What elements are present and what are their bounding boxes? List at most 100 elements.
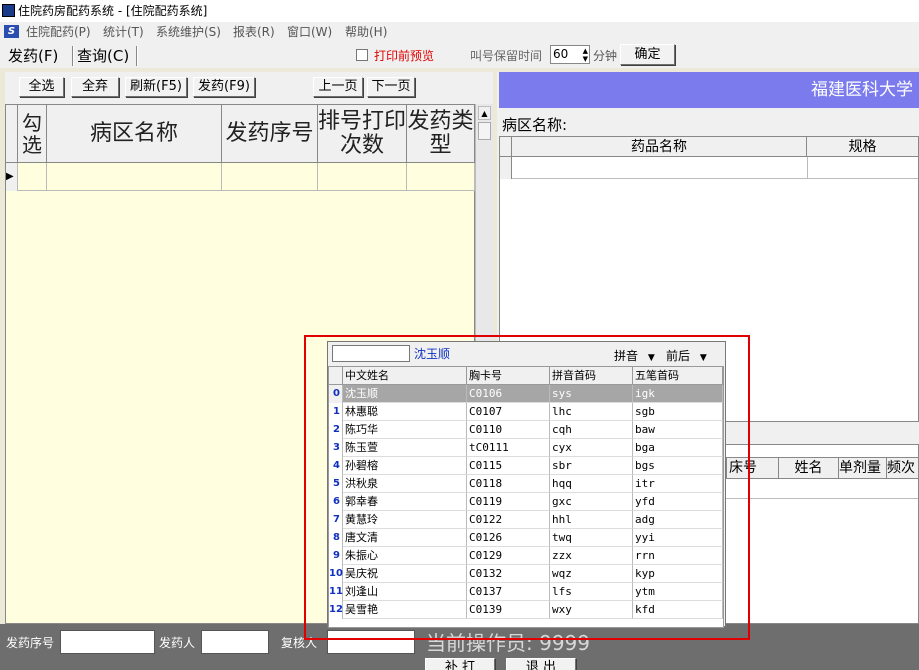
cell-wubi-code: kfd bbox=[633, 601, 723, 619]
dispenser-input[interactable] bbox=[201, 630, 269, 654]
list-item[interactable]: 9 朱振心 C0129 zzx rrn bbox=[329, 547, 723, 565]
tab-separator bbox=[136, 46, 138, 66]
list-item[interactable]: 10 吴庆祝 C0132 wqz kyp bbox=[329, 565, 723, 583]
dispense-button[interactable]: 发药(F9) bbox=[193, 77, 255, 97]
cell-chinese-name: 吴雪艳 bbox=[343, 601, 467, 619]
list-item[interactable]: 7 黄慧玲 C0122 hhl adg bbox=[329, 511, 723, 529]
cell-chinese-name: 孙碧榕 bbox=[343, 457, 467, 475]
list-item[interactable]: 12 吴雪艳 C0139 wxy kfd bbox=[329, 601, 723, 619]
cell-wubi-code: yfd bbox=[633, 493, 723, 511]
col-pinyin-code[interactable]: 拼音首码 bbox=[550, 367, 633, 385]
reviewer-label: 复核人 bbox=[281, 636, 318, 650]
cell-chinese-name: 洪秋泉 bbox=[343, 475, 467, 493]
ward-name-label: 病区名称: bbox=[502, 116, 568, 134]
cell-divider bbox=[807, 157, 808, 179]
scroll-thumb[interactable] bbox=[478, 122, 491, 140]
list-item[interactable]: 2 陈巧华 C0110 cqh baw bbox=[329, 421, 723, 439]
cell-pinyin-code: gxc bbox=[550, 493, 633, 511]
employee-lookup-popup: 沈玉顺 拼音 ▼ 前后 ▼ 中文姓名 胸卡号 拼音首码 五笔首码 0 沈玉顺 C01… bbox=[327, 341, 726, 628]
row-indicator-header bbox=[6, 105, 18, 163]
row-index: 8 bbox=[329, 529, 343, 547]
confirm-button[interactable]: 确定 bbox=[620, 44, 675, 65]
cell-select[interactable] bbox=[18, 163, 47, 191]
col-chinese-name[interactable]: 中文姓名 bbox=[343, 367, 467, 385]
menu-statistics[interactable]: 统计(T) bbox=[103, 22, 144, 42]
cell-badge-no: C0122 bbox=[467, 511, 550, 529]
scroll-up-icon[interactable]: ▲ bbox=[478, 106, 491, 120]
discard-all-button[interactable]: 全弃 bbox=[71, 77, 119, 97]
print-preview-checkbox[interactable] bbox=[356, 49, 368, 61]
spinner-arrows-icon[interactable]: ▲ ▼ bbox=[583, 47, 588, 63]
col-print-count[interactable]: 排号打印次数 bbox=[318, 105, 407, 163]
cell-pinyin-code: wxy bbox=[550, 601, 633, 619]
options-bar: 打印前预览 叫号保留时间 60 ▲ ▼ 分钟 确定 bbox=[350, 42, 919, 68]
cell-badge-no: C0118 bbox=[467, 475, 550, 493]
menu-reports[interactable]: 报表(R) bbox=[233, 22, 275, 42]
menu-system[interactable]: 系统维护(S) bbox=[156, 22, 221, 42]
prev-page-button[interactable]: 上一页 bbox=[313, 77, 363, 97]
row-index: 4 bbox=[329, 457, 343, 475]
list-item[interactable]: 8 唐文清 C0126 twq yyi bbox=[329, 529, 723, 547]
col-dispense-type[interactable]: 发药类型 bbox=[407, 105, 475, 163]
match-order-dropdown[interactable]: 前后 ▼ bbox=[666, 347, 707, 364]
col-drug-name[interactable]: 药品名称 bbox=[512, 137, 807, 157]
col-ward-name[interactable]: 病区名称 bbox=[47, 105, 222, 163]
col-badge-no[interactable]: 胸卡号 bbox=[467, 367, 550, 385]
col-dispense-seq[interactable]: 发药序号 bbox=[222, 105, 318, 163]
col-single-dose[interactable]: 单剂量 bbox=[838, 458, 886, 478]
pinyin-mode-dropdown[interactable]: 拼音 ▼ bbox=[614, 347, 655, 364]
cell-badge-no: tC0111 bbox=[467, 439, 550, 457]
list-item[interactable]: 3 陈玉萱 tC0111 cyx bga bbox=[329, 439, 723, 457]
cell-chinese-name: 刘逢山 bbox=[343, 583, 467, 601]
col-frequency[interactable]: 频次 bbox=[886, 458, 918, 478]
chevron-down-icon: ▼ bbox=[699, 353, 707, 363]
menu-dispense[interactable]: 住院配药(P) bbox=[26, 22, 91, 42]
call-hold-value: 60 bbox=[553, 47, 569, 61]
row-pointer-icon: ▶ bbox=[6, 163, 18, 191]
row-index: 1 bbox=[329, 403, 343, 421]
cell-chinese-name: 陈巧华 bbox=[343, 421, 467, 439]
table-row[interactable] bbox=[500, 157, 918, 179]
list-item[interactable]: 6 郭幸春 C0119 gxc yfd bbox=[329, 493, 723, 511]
pinyin-mode-label: 拼音 bbox=[614, 349, 639, 363]
title-bar: 住院药房配药系统 - [住院配药系统] bbox=[0, 0, 919, 22]
table-row[interactable]: ▶ bbox=[6, 163, 475, 191]
menu-help[interactable]: 帮助(H) bbox=[345, 22, 387, 42]
select-all-button[interactable]: 全选 bbox=[19, 77, 64, 97]
row-index: 5 bbox=[329, 475, 343, 493]
seq-input[interactable] bbox=[60, 630, 155, 654]
tab-dispense[interactable]: 发药(F) bbox=[8, 44, 58, 68]
row-indicator bbox=[500, 157, 512, 179]
col-select[interactable]: 勾选 bbox=[18, 105, 47, 163]
tab-query[interactable]: 查询(C) bbox=[77, 44, 129, 68]
list-item[interactable]: 5 洪秋泉 C0118 hqq itr bbox=[329, 475, 723, 493]
list-item[interactable]: 4 孙碧榕 C0115 sbr bgs bbox=[329, 457, 723, 475]
col-patient-name[interactable]: 姓名 bbox=[778, 458, 838, 478]
refresh-button[interactable]: 刷新(F5) bbox=[125, 77, 187, 97]
hospital-banner: 福建医科大学 bbox=[499, 72, 919, 108]
exit-button[interactable]: 退 出 bbox=[506, 658, 576, 670]
col-wubi-code[interactable]: 五笔首码 bbox=[633, 367, 723, 385]
print-preview-label: 打印前预览 bbox=[374, 49, 435, 63]
current-operator: 当前操作员: 9999 bbox=[426, 631, 590, 655]
cell-chinese-name: 林惠聪 bbox=[343, 403, 467, 421]
next-page-button[interactable]: 下一页 bbox=[367, 77, 415, 97]
cell-chinese-name: 吴庆祝 bbox=[343, 565, 467, 583]
lookup-search-input[interactable] bbox=[332, 345, 410, 362]
menu-window[interactable]: 窗口(W) bbox=[287, 22, 332, 42]
list-item[interactable]: 0 沈玉顺 C0106 sys igk bbox=[329, 385, 723, 403]
col-spec[interactable]: 规格 bbox=[807, 137, 918, 157]
cell-chinese-name: 黄慧玲 bbox=[343, 511, 467, 529]
cell-chinese-name: 郭幸春 bbox=[343, 493, 467, 511]
row-indicator-header bbox=[500, 137, 512, 157]
cell-pinyin-code: zzx bbox=[550, 547, 633, 565]
mdi-child-icon[interactable]: S bbox=[4, 25, 19, 38]
list-item[interactable]: 1 林惠聪 C0107 lhc sgb bbox=[329, 403, 723, 421]
cell-chinese-name: 唐文清 bbox=[343, 529, 467, 547]
reprint-button[interactable]: 补 打 bbox=[425, 658, 495, 670]
row-index: 12 bbox=[329, 601, 343, 619]
col-bed-no[interactable]: 床号 bbox=[726, 458, 778, 478]
reviewer-input[interactable] bbox=[327, 630, 415, 654]
list-item[interactable]: 11 刘逢山 C0137 lfs ytm bbox=[329, 583, 723, 601]
call-hold-spinner[interactable]: 60 ▲ ▼ bbox=[550, 45, 590, 64]
